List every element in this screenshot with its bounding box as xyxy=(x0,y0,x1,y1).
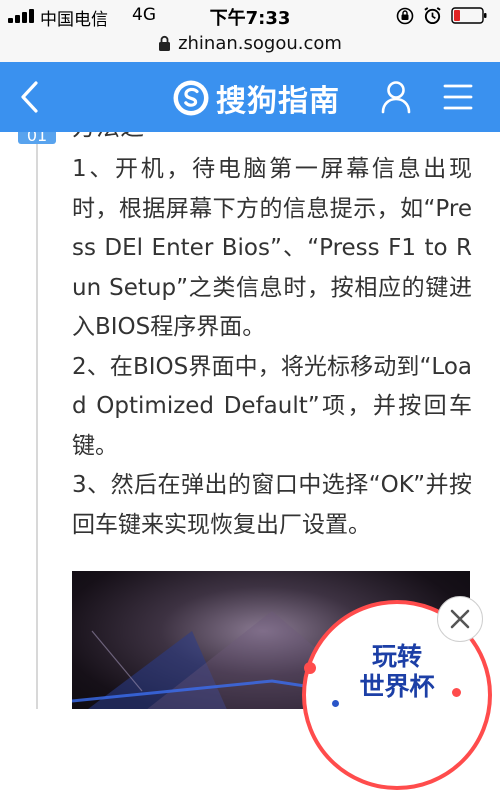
status-bar: 中国电信 4G 下午7:33 xyxy=(0,0,500,30)
step-text-2: 2、在BIOS界面中，将光标移动到“Load Optimized Default… xyxy=(72,353,472,459)
menu-icon[interactable] xyxy=(443,83,473,111)
step-list: 1、开机，待电脑第一屏幕信息出现时，根据屏幕下方的信息提示，如“Press DE… xyxy=(72,150,472,545)
url-text[interactable]: zhinan.sogou.com xyxy=(178,33,342,54)
url-bar[interactable]: zhinan.sogou.com xyxy=(0,30,500,62)
method-heading: 方法之一 xyxy=(72,132,168,142)
brand-name: 搜狗指南 xyxy=(216,84,340,119)
step-text-1: 1、开机，待电脑第一屏幕信息出现时，根据屏幕下方的信息提示，如“Press DE… xyxy=(72,156,472,340)
promo-line-1: 玩转 xyxy=(371,642,422,671)
alarm-icon xyxy=(424,7,441,25)
promo-line-2: 世界杯 xyxy=(359,672,435,701)
sogou-logo-icon xyxy=(173,80,209,116)
timeline-line xyxy=(36,144,38,709)
step-text-3: 3、然后在弹出的窗口中选择“OK”并按回车键来实现恢复出厂设置。 xyxy=(72,472,472,538)
orientation-lock-icon xyxy=(396,7,414,25)
battery-icon xyxy=(451,7,487,24)
nav-bar: 搜狗指南 xyxy=(0,62,500,132)
lock-icon xyxy=(159,35,171,51)
close-icon xyxy=(450,609,470,629)
back-icon[interactable] xyxy=(14,79,46,115)
confetti-dot xyxy=(452,688,461,697)
site-logo[interactable]: 搜狗指南 xyxy=(172,78,340,119)
confetti-dot xyxy=(304,662,316,674)
step-number-badge: 01 xyxy=(18,132,56,145)
user-icon[interactable] xyxy=(380,80,412,114)
confetti-dot xyxy=(332,700,339,707)
promo-text: 玩转 世界杯 xyxy=(342,642,452,702)
promo-close-button[interactable] xyxy=(437,596,483,642)
